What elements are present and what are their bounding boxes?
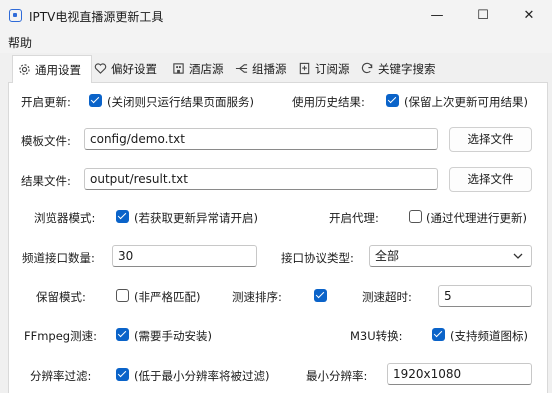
menu-bar: 帮助	[0, 31, 552, 53]
browser-mode-label: 浏览器模式:	[34, 211, 96, 225]
resolution-filter-label: 分辨率过滤:	[30, 369, 92, 383]
m3u-label: M3U转换:	[350, 329, 403, 343]
tab-preferences[interactable]: 偏好设置	[94, 58, 157, 82]
keep-mode-label: 保留模式:	[36, 290, 86, 304]
min-resolution-input[interactable]: 1920x1080	[387, 363, 532, 385]
app-tv-icon	[9, 9, 22, 22]
window-title: IPTV电视直播源更新工具	[29, 10, 164, 24]
tab-bar: 通用设置 偏好设置 酒店源 组播源 订阅源 关键字搜索	[0, 55, 552, 83]
choose-template-button[interactable]: 选择文件	[449, 127, 532, 152]
ffmpeg-label: FFmpeg测速:	[24, 329, 97, 343]
channel-count-input[interactable]: 30	[112, 245, 257, 267]
ffmpeg-desc: (需要手动安装)	[134, 329, 212, 343]
heart-icon	[94, 63, 107, 74]
choose-result-button[interactable]: 选择文件	[449, 167, 532, 192]
ffmpeg-checkbox[interactable]	[116, 328, 129, 341]
tab-keyword-search[interactable]: 关键字搜索	[361, 58, 436, 82]
hotel-icon	[173, 63, 184, 74]
search-refresh-icon	[361, 62, 373, 74]
browser-mode-desc: (若获取更新异常请开启)	[134, 211, 258, 225]
open-update-label: 开启更新:	[21, 95, 71, 109]
channel-count-label: 频道接口数量:	[22, 251, 95, 265]
speed-sort-label: 测速排序:	[232, 290, 282, 304]
speed-timeout-input[interactable]: 5	[438, 285, 532, 307]
keep-mode-desc: (非严格匹配)	[134, 290, 201, 304]
tab-general[interactable]: 通用设置	[12, 55, 92, 83]
use-history-label: 使用历史结果:	[292, 95, 365, 109]
title-bar: IPTV电视直播源更新工具 — ☐ ✕	[0, 0, 552, 31]
protocol-label: 接口协议类型:	[281, 251, 354, 265]
result-file-label: 结果文件:	[21, 174, 71, 188]
open-update-checkbox[interactable]	[89, 94, 102, 107]
open-update-desc: (关闭则只运行结果页面服务)	[107, 95, 254, 109]
browser-mode-checkbox[interactable]	[116, 210, 129, 223]
tab-subscription[interactable]: 订阅源	[298, 58, 350, 82]
m3u-checkbox[interactable]	[432, 328, 445, 341]
gear-icon	[19, 64, 30, 75]
tab-label: 组播源	[252, 62, 287, 76]
menu-help[interactable]: 帮助	[8, 34, 32, 51]
m3u-desc: (支持频道图标)	[450, 329, 528, 343]
maximize-button[interactable]: ☐	[460, 0, 506, 31]
resolution-filter-checkbox[interactable]	[116, 368, 129, 381]
template-file-label: 模板文件:	[21, 134, 71, 148]
min-resolution-label: 最小分辨率:	[306, 369, 368, 383]
tab-hotel[interactable]: 酒店源	[172, 58, 224, 82]
protocol-select[interactable]: 全部	[369, 245, 532, 267]
multicast-icon	[235, 64, 248, 73]
tab-label: 通用设置	[35, 63, 81, 77]
tab-multicast[interactable]: 组播源	[235, 58, 287, 82]
tab-label: 订阅源	[315, 62, 350, 76]
tab-label: 偏好设置	[111, 62, 157, 76]
tab-label: 关键字搜索	[378, 62, 436, 76]
chevron-down-icon	[513, 249, 523, 269]
minimize-button[interactable]: —	[414, 0, 460, 31]
keep-mode-checkbox[interactable]	[116, 289, 129, 302]
speed-sort-checkbox[interactable]	[314, 289, 327, 302]
protocol-selected-value: 全部	[375, 249, 400, 263]
proxy-checkbox[interactable]	[409, 210, 422, 223]
close-button[interactable]: ✕	[506, 0, 552, 31]
use-history-checkbox[interactable]	[386, 94, 399, 107]
use-history-desc: (保留上次更新可用结果)	[404, 95, 528, 109]
proxy-desc: (通过代理进行更新)	[426, 211, 527, 225]
resolution-filter-desc: (低于最小分辨率将被过滤)	[134, 369, 270, 383]
bookmark-icon	[299, 62, 310, 75]
result-file-input[interactable]: output/result.txt	[84, 168, 438, 190]
tab-label: 酒店源	[189, 62, 224, 76]
template-file-input[interactable]: config/demo.txt	[84, 128, 438, 150]
speed-timeout-label: 测速超时:	[362, 290, 412, 304]
proxy-label: 开启代理:	[329, 211, 379, 225]
